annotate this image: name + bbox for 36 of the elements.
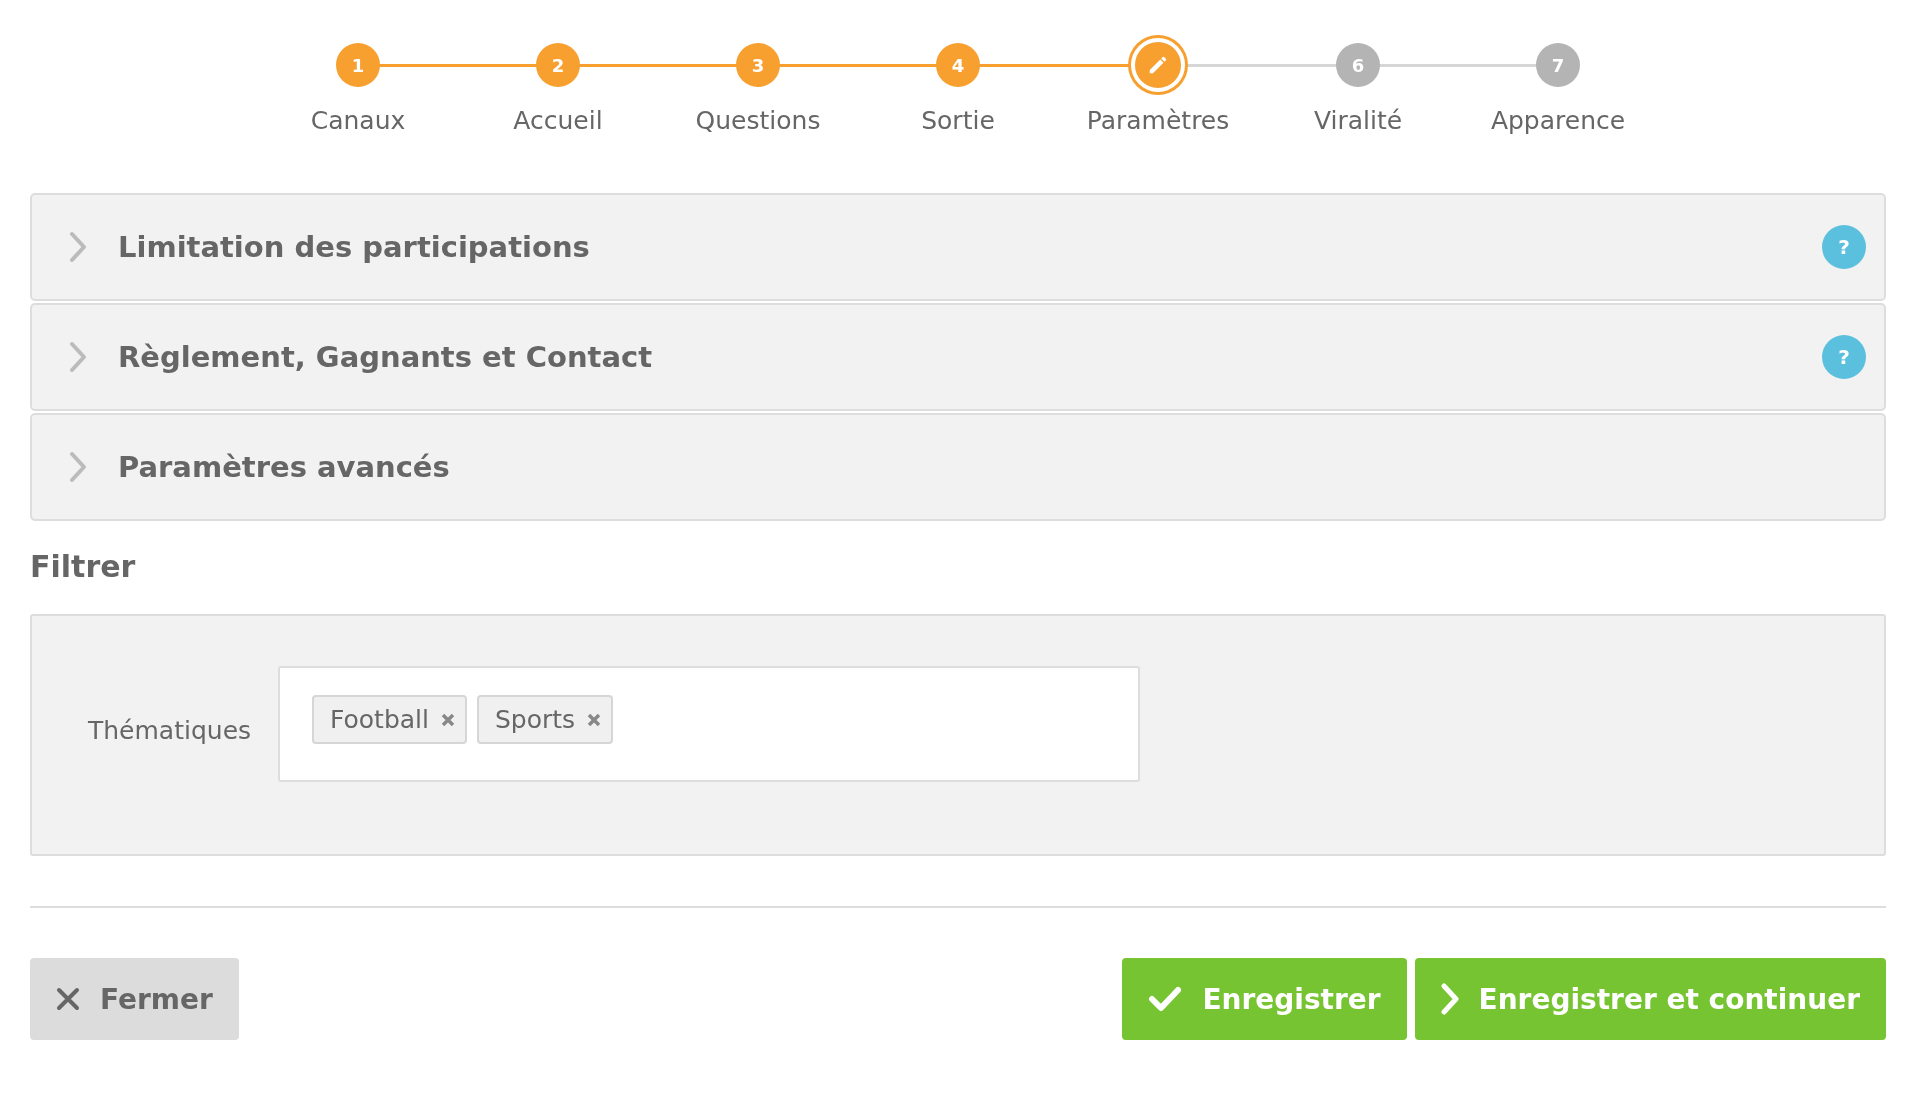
checkmark-icon xyxy=(1148,986,1183,1012)
help-badge[interactable]: ? xyxy=(1822,225,1866,269)
step-label: Canaux xyxy=(310,106,406,135)
accordion-header[interactable]: Paramètres avancés xyxy=(30,413,1886,521)
step-label: Accueil xyxy=(513,106,603,135)
pencil-icon xyxy=(1147,54,1169,76)
tag-label: Sports xyxy=(494,705,576,734)
chevron-right-icon xyxy=(1440,983,1459,1015)
step-indicator[interactable]: 6 xyxy=(1336,43,1380,87)
step-indicator[interactable]: 3 xyxy=(736,43,780,87)
step-indicator[interactable]: 7 xyxy=(1536,43,1580,87)
step-label: Apparence xyxy=(1490,106,1626,135)
accordion-title: Limitation des participations xyxy=(118,230,591,264)
step-indicator[interactable]: 2 xyxy=(536,43,580,87)
step-indicator[interactable] xyxy=(1131,38,1185,92)
step-label: Paramètres xyxy=(1086,106,1230,135)
close-icon xyxy=(56,987,80,1011)
close-button[interactable]: Fermer xyxy=(30,958,239,1040)
section-title: Filtrer xyxy=(30,549,136,584)
step-label: Sortie xyxy=(921,106,995,135)
step-label: Questions xyxy=(695,106,821,135)
save-button[interactable]: Enregistrer xyxy=(1122,958,1407,1040)
field-label: Thématiques xyxy=(88,716,253,745)
tag-input-field[interactable]: Football Sports xyxy=(278,666,1140,782)
step-indicator[interactable]: 1 xyxy=(336,43,380,87)
accordion-title: Paramètres avancés xyxy=(118,450,451,484)
step-indicator[interactable]: 4 xyxy=(936,43,980,87)
accordion-header[interactable]: Règlement, Gagnants et Contact ? xyxy=(30,303,1886,411)
accordion-title: Règlement, Gagnants et Contact xyxy=(118,340,654,374)
help-badge[interactable]: ? xyxy=(1822,335,1866,379)
remove-icon[interactable] xyxy=(587,712,602,727)
tag-label: Football xyxy=(330,705,429,734)
accordion-header[interactable]: Limitation des participations ? xyxy=(30,193,1886,301)
save-continue-button[interactable]: Enregistrer et continuer xyxy=(1414,958,1886,1040)
step-label: Viralité xyxy=(1313,106,1403,135)
remove-icon[interactable] xyxy=(440,712,455,727)
